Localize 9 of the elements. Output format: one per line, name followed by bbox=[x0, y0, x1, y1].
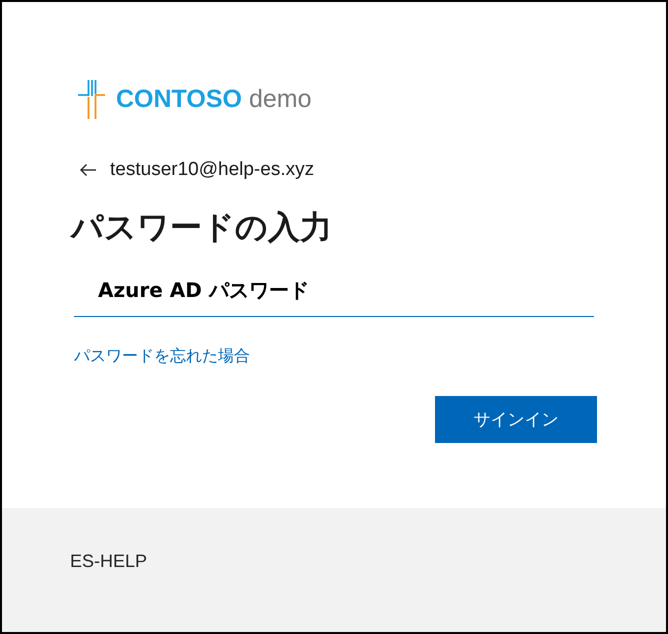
footer-text: ES-HELP bbox=[70, 550, 148, 573]
sign-in-button[interactable]: サインイン bbox=[435, 396, 597, 443]
page-title: パスワードの入力 bbox=[71, 207, 333, 247]
back-arrow-icon[interactable] bbox=[79, 163, 97, 177]
brand-name: CONTOSO bbox=[116, 84, 242, 114]
brand-suffix: demo bbox=[248, 84, 312, 114]
forgot-password-link[interactable]: パスワードを忘れた場合 bbox=[74, 346, 250, 368]
account-email: testuser10@help-es.xyz bbox=[110, 158, 314, 182]
cross-lines-logo-icon bbox=[78, 80, 105, 118]
